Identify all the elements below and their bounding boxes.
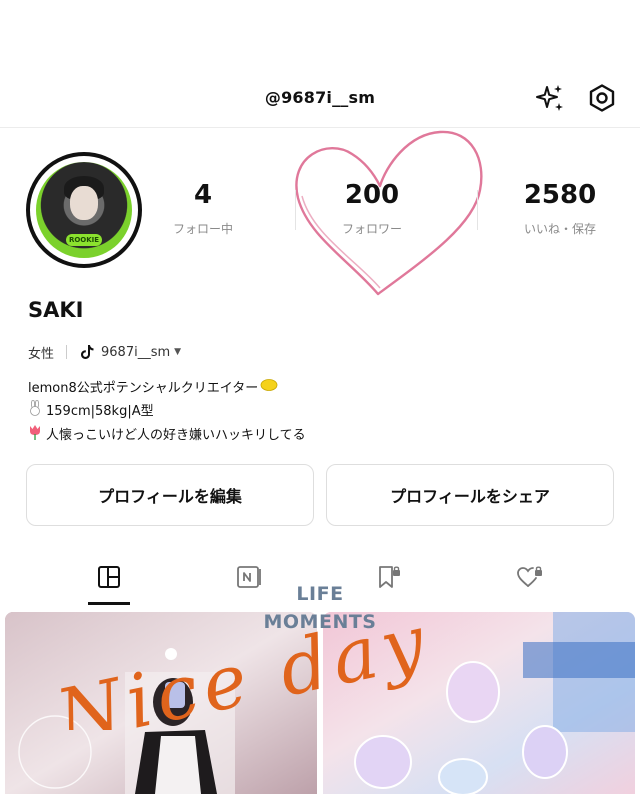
avatar[interactable]: ROOKIE [26, 152, 142, 268]
bio: lemon8公式ポテンシャルクリエイター 159cm|58kg|A型 人懐っこい… [28, 378, 306, 448]
sparkle-icon[interactable] [534, 82, 566, 114]
avatar-image: ROOKIE [36, 162, 132, 258]
bio-text: 人懐っこいけど人の好き嫌いハッキリしてる [46, 428, 306, 443]
likes-label: いいね・保存 [523, 222, 596, 236]
bio-text: lemon8公式ポテンシャルクリエイター [28, 381, 259, 396]
tiktok-handle: 9687i__sm [101, 344, 171, 360]
gender-label: 女性 [28, 346, 55, 362]
tulip-icon [28, 424, 42, 448]
life-moments-sticker: LIFE MOMENTS [258, 580, 382, 636]
post-thumbnail[interactable] [323, 612, 635, 794]
stat-followers[interactable]: 200 フォロワー [302, 180, 442, 237]
settings-icon[interactable] [586, 82, 618, 114]
tiktok-icon [81, 345, 94, 359]
rabbit-icon [28, 399, 42, 424]
profile-meta: 女性 9687i__sm ▼ [28, 342, 181, 362]
life-text: LIFE [296, 583, 344, 605]
bio-line: 159cm|58kg|A型 [28, 399, 306, 424]
following-label: フォロー中 [172, 222, 233, 236]
bio-text: 159cm|58kg|A型 [46, 404, 154, 419]
tab-liked[interactable] [510, 562, 550, 592]
edit-profile-button[interactable]: プロフィールを編集 [26, 464, 314, 526]
post-image-nails [323, 612, 635, 794]
share-profile-button[interactable]: プロフィールをシェア [326, 464, 614, 526]
stat-divider [295, 190, 296, 230]
caret-down-icon: ▼ [174, 347, 182, 357]
heart-lock-icon [517, 566, 542, 587]
bio-line: 人懐っこいけど人の好き嫌いハッキリしてる [28, 424, 306, 448]
top-bar: @9687i__sm [0, 0, 640, 128]
following-count: 4 [193, 180, 213, 210]
stat-likes-saves[interactable]: 2580 いいね・保存 [490, 180, 630, 237]
avatar-face [70, 186, 98, 220]
post-image-mirror-selfie [5, 612, 317, 794]
post-thumbnail[interactable] [5, 612, 317, 794]
tab-grid[interactable] [89, 562, 129, 592]
tiktok-link[interactable]: 9687i__sm ▼ [79, 344, 181, 360]
active-tab-indicator [88, 602, 130, 605]
rookie-badge: ROOKIE [66, 234, 102, 246]
bio-line: lemon8公式ポテンシャルクリエイター [28, 378, 306, 400]
followers-count: 200 [344, 180, 400, 210]
meta-divider [66, 345, 68, 359]
stat-divider [477, 190, 478, 230]
lemon-icon [260, 378, 278, 400]
followers-label: フォロワー [341, 222, 402, 236]
stat-following[interactable]: 4 フォロー中 [133, 180, 273, 237]
moments-text: MOMENTS [263, 611, 377, 633]
likes-count: 2580 [523, 180, 597, 210]
profile-name: SAKI [28, 298, 84, 322]
grid-icon [98, 566, 120, 588]
